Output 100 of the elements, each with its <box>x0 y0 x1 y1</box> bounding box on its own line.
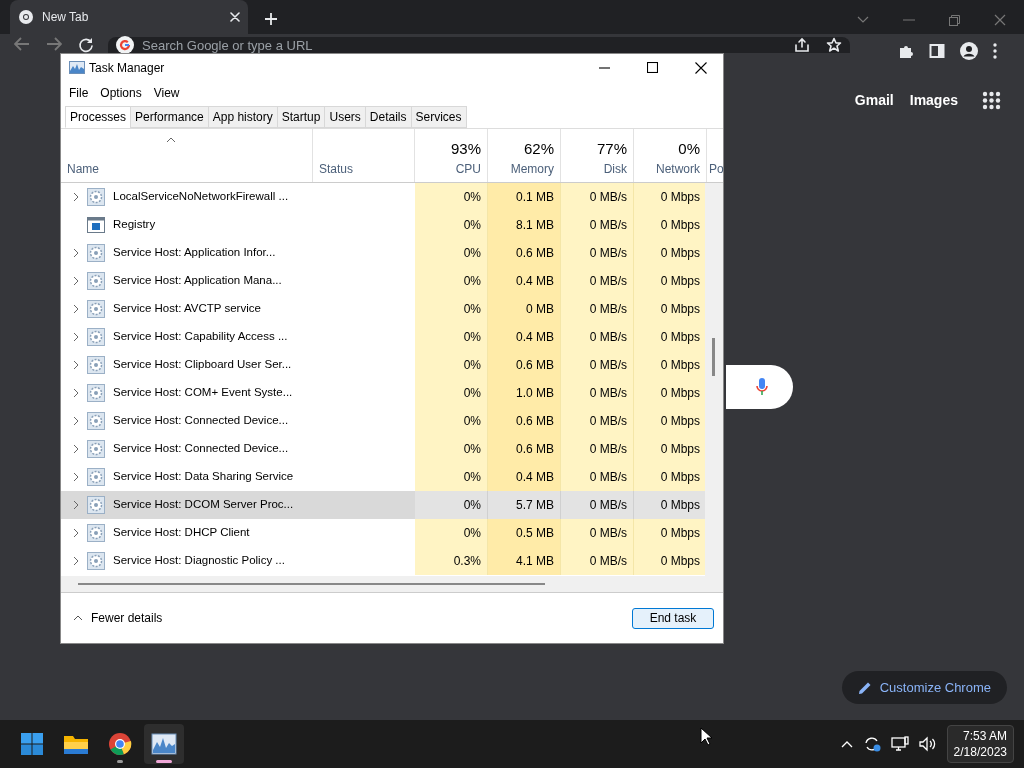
chevron-right-icon[interactable] <box>73 500 79 510</box>
chevron-right-icon[interactable] <box>73 472 79 482</box>
table-cell: 0 Mbps <box>634 351 707 379</box>
forward-icon[interactable] <box>46 37 62 51</box>
table-cell: 0 Mbps <box>634 239 707 267</box>
chevron-right-icon[interactable] <box>73 192 79 202</box>
address-bar[interactable]: Search Google or type a URL <box>108 37 850 53</box>
table-cell: 0.4 MB <box>488 267 561 295</box>
chevron-right-icon[interactable] <box>73 360 79 370</box>
volume-icon[interactable] <box>918 736 937 752</box>
minimize-icon[interactable] <box>599 66 610 69</box>
table-cell: 5.7 MB <box>488 491 561 519</box>
table-cell: 0 MB/s <box>561 351 634 379</box>
tab[interactable]: App history <box>207 106 278 128</box>
column-header[interactable]: Network <box>656 160 700 178</box>
process-name: Service Host: Clipboard User Ser... <box>113 357 292 373</box>
search-field[interactable] <box>726 365 793 409</box>
browser-tab[interactable]: New Tab <box>10 0 248 34</box>
network-icon[interactable] <box>890 736 909 752</box>
tab[interactable]: Users <box>324 106 366 128</box>
table-cell: 0% <box>415 239 488 267</box>
table-cell: 0% <box>415 407 488 435</box>
table-cell: 0% <box>415 519 488 547</box>
table-cell: 0.6 MB <box>488 239 561 267</box>
column-header[interactable]: Memory <box>510 160 554 178</box>
header-link[interactable]: Images <box>909 90 958 111</box>
menu-item[interactable]: Options <box>100 84 142 102</box>
column-header[interactable]: Disk <box>603 160 627 178</box>
scrollbar-thumb[interactable] <box>712 338 715 376</box>
column-header[interactable]: CPU <box>455 160 481 178</box>
customize-button[interactable]: Customize Chrome <box>841 671 1007 704</box>
details-toggle[interactable]: Fewer details <box>73 609 163 627</box>
table-cell: 0 Mbps <box>634 379 707 407</box>
table-cell: 0 Mbps <box>634 491 707 519</box>
column-header[interactable]: Status <box>319 160 408 178</box>
chevron-right-icon[interactable] <box>73 556 79 566</box>
star-icon[interactable] <box>826 37 842 53</box>
chevron-right-icon[interactable] <box>73 528 79 538</box>
reload-icon[interactable] <box>78 37 94 53</box>
header-link[interactable]: Gmail <box>854 90 894 111</box>
scrollbar-track[interactable] <box>705 183 723 576</box>
chevron-right-icon[interactable] <box>73 332 79 342</box>
process-name: Service Host: Diagnostic Policy ... <box>113 553 285 569</box>
table-cell: 0.6 MB <box>488 351 561 379</box>
new-tab-icon[interactable] <box>264 12 278 26</box>
table-cell: 0% <box>415 211 488 239</box>
chevron-right-icon[interactable] <box>73 304 79 314</box>
more-icon[interactable] <box>993 43 997 59</box>
table-cell: 0% <box>415 183 488 211</box>
table-cell: 0 MB <box>488 295 561 323</box>
table-cell: 0.5 MB <box>488 519 561 547</box>
menu-item[interactable]: File <box>69 84 89 102</box>
table-cell: 0 MB/s <box>561 435 634 463</box>
table-cell: 0% <box>415 435 488 463</box>
sort-up-icon[interactable] <box>166 137 176 143</box>
chart-window-icon[interactable] <box>144 724 184 764</box>
scrollbar-thumb[interactable] <box>78 583 545 585</box>
column-header[interactable]: Po <box>709 160 724 178</box>
process-name: Service Host: COM+ Event Syste... <box>113 385 293 401</box>
chevron-right-icon[interactable] <box>73 388 79 398</box>
end-task-button[interactable]: End task <box>632 607 714 629</box>
apps-grid-icon[interactable] <box>982 91 1001 110</box>
tab[interactable]: Startup <box>276 106 326 128</box>
browser-logo-icon <box>18 9 34 25</box>
chevron-right-icon[interactable] <box>73 416 79 426</box>
tab[interactable]: Processes <box>65 106 132 128</box>
chevron-up-icon[interactable] <box>840 740 853 748</box>
microphone-icon[interactable] <box>755 377 769 397</box>
table-cell: 0 Mbps <box>634 547 707 575</box>
close-icon[interactable] <box>695 61 707 74</box>
column-total: 77% <box>596 138 627 159</box>
process-name: Service Host: Connected Device... <box>113 441 289 457</box>
tab[interactable]: Services <box>410 106 467 128</box>
restore-icon[interactable] <box>949 14 960 26</box>
share-icon[interactable] <box>794 37 810 53</box>
process-name: Service Host: Application Mana... <box>113 273 282 289</box>
tab-title: New Tab <box>42 9 90 26</box>
table-cell: 0 Mbps <box>634 323 707 351</box>
profile-icon[interactable] <box>960 42 978 60</box>
chevron-down-icon[interactable] <box>857 16 869 24</box>
table-cell: 1.0 MB <box>488 379 561 407</box>
back-icon[interactable] <box>14 37 30 51</box>
tab[interactable]: Performance <box>130 106 209 128</box>
chevron-right-icon[interactable] <box>73 276 79 286</box>
sync-icon[interactable] <box>862 736 881 752</box>
puzzle-icon[interactable] <box>898 43 914 59</box>
chevron-right-icon[interactable] <box>73 444 79 454</box>
table-cell: 0 Mbps <box>634 519 707 547</box>
menu-item[interactable]: View <box>153 84 180 102</box>
table-cell: 0 MB/s <box>561 463 634 491</box>
process-name: Service Host: Application Infor... <box>113 245 276 261</box>
tab[interactable]: Details <box>364 106 412 128</box>
sidebar-icon[interactable] <box>929 43 945 59</box>
column-header[interactable]: Name <box>67 160 306 178</box>
table-cell: 0 MB/s <box>561 407 634 435</box>
chevron-right-icon[interactable] <box>73 248 79 258</box>
table-cell: 0 MB/s <box>561 491 634 519</box>
maximize-icon[interactable] <box>647 62 658 73</box>
clock[interactable]: 7:53 AM 2/18/2023 <box>946 724 1014 764</box>
table-cell: 0.4 MB <box>488 323 561 351</box>
